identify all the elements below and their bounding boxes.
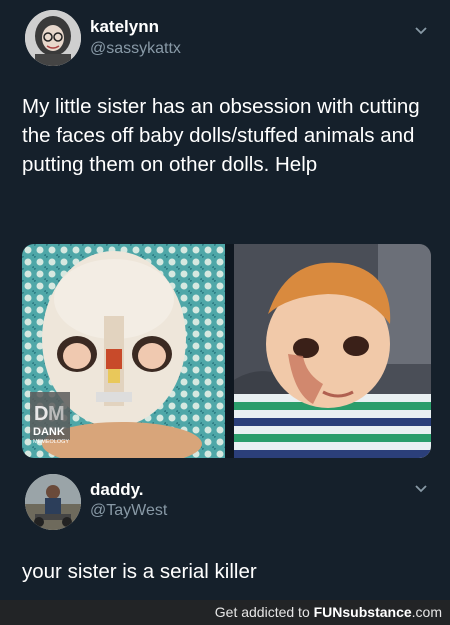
handle[interactable]: @sassykattx: [90, 40, 181, 58]
chevron-down-icon[interactable]: [414, 24, 428, 38]
avatar[interactable]: [25, 10, 81, 66]
watermark-brand: FUNsubstance: [313, 604, 412, 620]
doll-photo-right[interactable]: [228, 244, 431, 458]
tweet-text: My little sister has an obsession with c…: [22, 95, 420, 176]
watermark-suffix: .com: [411, 604, 442, 620]
display-name[interactable]: katelynn: [90, 17, 159, 37]
display-name[interactable]: daddy.: [90, 480, 144, 500]
watermark-brand: DANK: [33, 426, 65, 438]
svg-text:M: M: [48, 403, 65, 425]
watermark-sub: MEMEOLOGY: [33, 439, 69, 445]
handle[interactable]: @TayWest: [90, 502, 167, 520]
tweet-2: daddy. @TayWest your sister is a serial …: [0, 470, 450, 600]
watermark-prefix: Get addicted to: [214, 604, 310, 620]
site-watermark-bar: Get addicted to FUNsubstance.com: [0, 600, 450, 625]
doll-photo-left[interactable]: D M DANK MEMEOLOGY: [22, 244, 225, 458]
avatar[interactable]: [25, 474, 81, 530]
tweet-text: your sister is a serial killer: [22, 560, 257, 583]
chevron-down-icon[interactable]: [414, 482, 428, 496]
site-watermark[interactable]: Get addicted to FUNsubstance.com: [215, 604, 442, 620]
avatar-photo: [25, 10, 81, 66]
avatar-photo: [25, 474, 81, 530]
svg-text:D: D: [34, 403, 48, 425]
tweet-1: katelynn @sassykattx My little sister ha…: [0, 0, 450, 470]
media-grid[interactable]: D M DANK MEMEOLOGY: [22, 244, 431, 458]
